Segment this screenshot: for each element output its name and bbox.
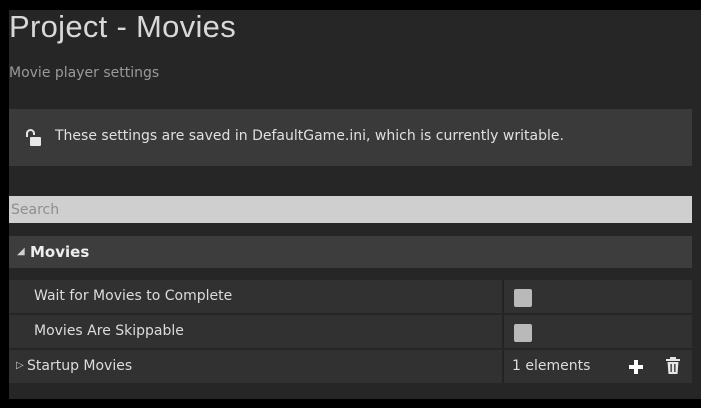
- category-movies-header[interactable]: ◢ Movies: [9, 236, 692, 268]
- unlocked-lock-icon: [26, 129, 41, 146]
- property-label: Startup Movies: [27, 358, 133, 374]
- expand-arrow-icon[interactable]: ▷: [16, 360, 24, 371]
- property-label: Movies Are Skippable: [34, 323, 184, 339]
- array-element-count: 1 elements: [512, 358, 591, 374]
- movies-skippable-checkbox[interactable]: [514, 324, 532, 342]
- config-notice-banner: These settings are saved in DefaultGame.…: [9, 109, 692, 166]
- property-row-startup-movies: ▷ Startup Movies 1 elements: [9, 350, 692, 383]
- wait-for-movies-checkbox[interactable]: [514, 289, 532, 307]
- page-title: Project - Movies: [9, 9, 237, 44]
- column-divider[interactable]: [502, 350, 504, 383]
- search-input[interactable]: [9, 196, 692, 223]
- collapse-arrow-icon[interactable]: ◢: [17, 246, 25, 257]
- plus-icon[interactable]: [627, 358, 645, 376]
- column-divider[interactable]: [502, 280, 504, 313]
- trash-icon[interactable]: [665, 357, 681, 375]
- property-label: Wait for Movies to Complete: [34, 288, 233, 304]
- property-row-movies-skippable: Movies Are Skippable: [9, 315, 692, 348]
- category-label: Movies: [30, 243, 90, 261]
- property-row-wait-for-movies: Wait for Movies to Complete: [9, 280, 692, 313]
- notice-text: These settings are saved in DefaultGame.…: [55, 128, 564, 144]
- column-divider[interactable]: [502, 315, 504, 348]
- page-subtitle: Movie player settings: [9, 65, 160, 81]
